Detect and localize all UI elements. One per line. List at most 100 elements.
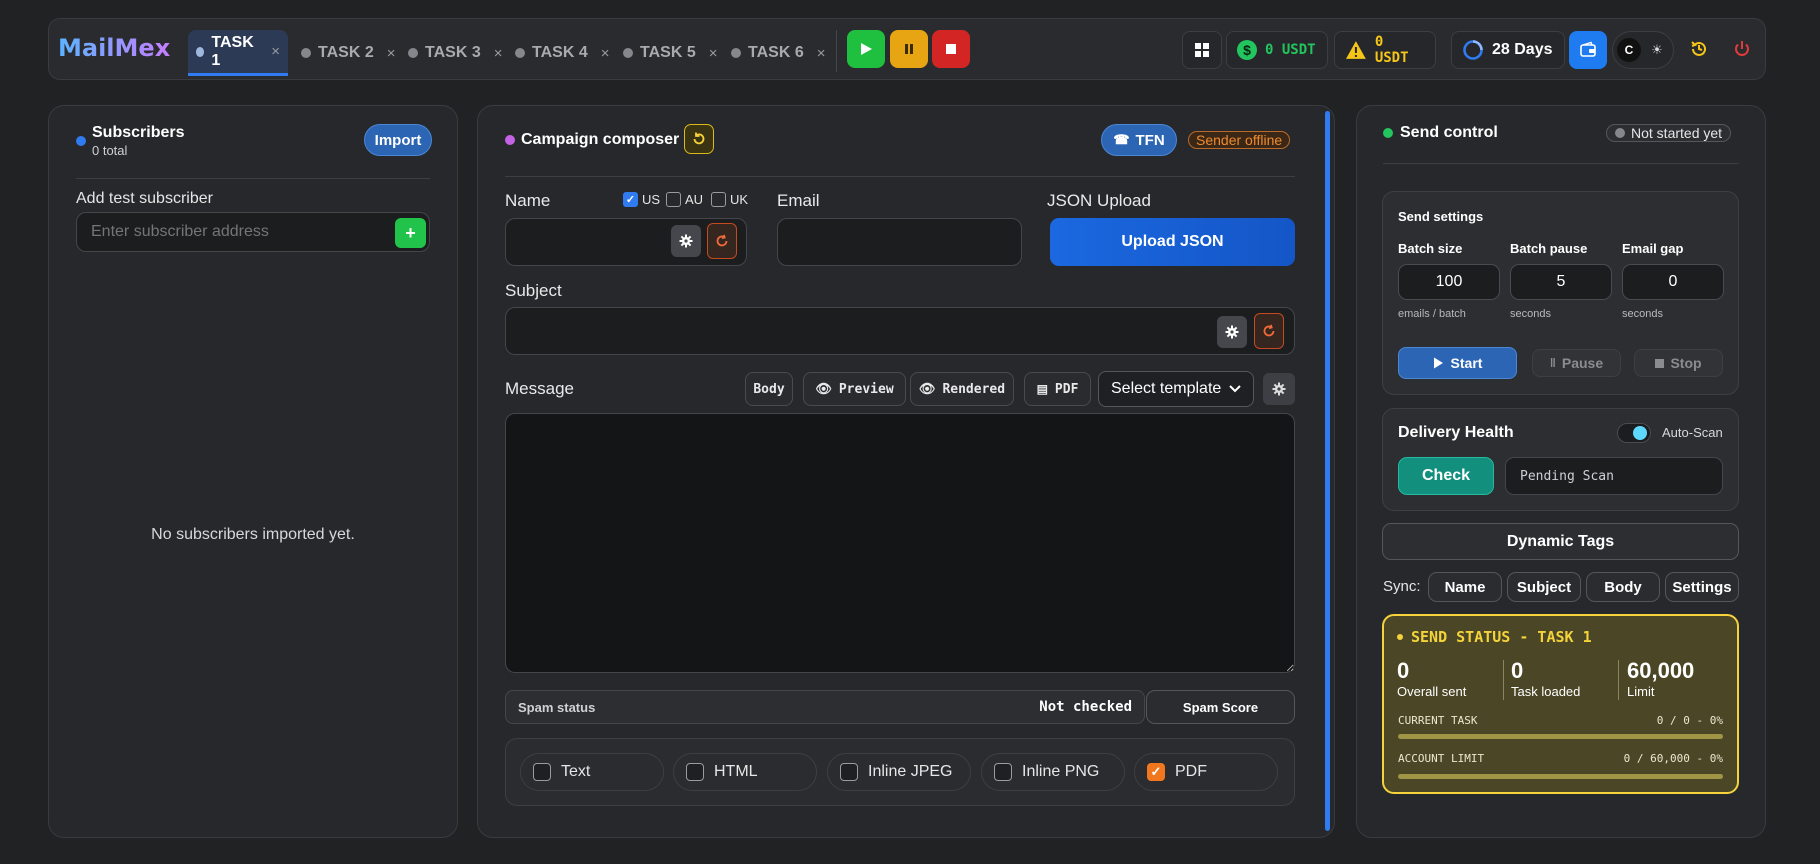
format-inline-png[interactable]: Inline PNG <box>981 753 1125 791</box>
template-select[interactable]: Select template <box>1098 371 1254 407</box>
subject-label: Subject <box>505 281 562 300</box>
sync-settings-button[interactable]: Settings <box>1665 572 1739 602</box>
check-button[interactable]: Check <box>1398 457 1494 495</box>
status-dot-icon <box>1615 128 1625 138</box>
rendered-button[interactable]: 👁 Rendered <box>910 372 1014 406</box>
format-pdf[interactable]: ✓ PDF <box>1134 753 1278 791</box>
email-label: Email <box>777 191 820 210</box>
gear-icon <box>679 234 693 248</box>
format-label: Text <box>561 763 591 780</box>
reset-button[interactable] <box>684 124 714 154</box>
theme-toggle[interactable]: C ☀ <box>1612 31 1674 69</box>
pause-button[interactable] <box>890 30 928 68</box>
grid-button[interactable] <box>1182 31 1222 69</box>
name-settings-button[interactable] <box>671 225 701 257</box>
dynamic-tags-button[interactable]: Dynamic Tags <box>1382 523 1739 560</box>
body-label: Body <box>753 381 785 397</box>
stop-send-button[interactable]: Stop <box>1634 349 1723 377</box>
stop-button[interactable] <box>932 30 970 68</box>
tfn-button[interactable]: ☎ TFN <box>1101 124 1177 156</box>
subject-refresh-button[interactable] <box>1254 313 1284 349</box>
name-label: Name <box>505 191 551 210</box>
history-button[interactable] <box>1680 30 1718 68</box>
format-text[interactable]: Text <box>520 753 664 791</box>
subject-settings-button[interactable] <box>1217 316 1247 348</box>
history-icon <box>1691 41 1706 56</box>
checkbox-icon[interactable] <box>711 192 726 207</box>
checkbox-icon[interactable] <box>686 763 704 781</box>
checkbox-checked-icon[interactable]: ✓ <box>623 192 638 207</box>
format-html[interactable]: HTML <box>673 753 817 791</box>
subject-input[interactable] <box>505 307 1295 355</box>
balance-value: 0 USDT <box>1374 34 1409 66</box>
spam-score-button[interactable]: Spam Score <box>1146 690 1295 724</box>
add-subscriber-button[interactable]: + <box>395 218 426 248</box>
checkbox-icon[interactable] <box>840 763 858 781</box>
country-au[interactable]: AU <box>666 192 703 207</box>
body-button[interactable]: Body <box>745 372 793 406</box>
tab-task-2[interactable]: TASK 2 × <box>293 30 403 76</box>
status-dot-icon <box>1397 634 1403 640</box>
subscriber-address-input[interactable] <box>76 212 430 252</box>
format-inline-jpeg[interactable]: Inline JPEG <box>827 753 971 791</box>
close-icon[interactable]: × <box>817 45 826 62</box>
batch-size-label: Batch size <box>1398 241 1463 256</box>
close-icon[interactable]: × <box>601 45 610 62</box>
sync-body-button[interactable]: Body <box>1586 572 1660 602</box>
json-upload-label: JSON Upload <box>1047 191 1151 210</box>
close-icon[interactable]: × <box>709 45 718 62</box>
tab-task-4[interactable]: TASK 4 × <box>507 30 617 76</box>
batch-size-unit: emails / batch <box>1398 308 1466 320</box>
spam-status-bar: Spam status Not checked <box>505 690 1145 724</box>
country-uk[interactable]: UK <box>711 192 748 207</box>
pause-send-button[interactable]: ‖ Pause <box>1532 349 1621 377</box>
sync-label: Sync: <box>1383 578 1421 595</box>
close-icon[interactable]: × <box>387 45 396 62</box>
tab-task-5[interactable]: TASK 5 × <box>615 30 725 76</box>
country-label: AU <box>685 192 704 207</box>
subscribers-count: 0 total <box>92 143 128 158</box>
format-label: Inline JPEG <box>868 763 953 780</box>
upload-json-button[interactable]: Upload JSON <box>1050 218 1295 266</box>
name-refresh-button[interactable] <box>707 223 737 259</box>
scrollbar[interactable] <box>1325 111 1330 831</box>
email-input[interactable] <box>777 218 1022 266</box>
close-icon[interactable]: × <box>271 43 280 60</box>
checkbox-icon[interactable] <box>994 763 1012 781</box>
batch-size-input[interactable]: 100 <box>1398 264 1500 300</box>
import-button[interactable]: Import <box>364 124 432 156</box>
start-button[interactable]: Start <box>1398 347 1517 379</box>
template-settings-button[interactable] <box>1263 373 1295 405</box>
tab-task-6[interactable]: TASK 6 × <box>723 30 833 76</box>
checkbox-checked-icon[interactable]: ✓ <box>1147 763 1165 781</box>
auto-scan-toggle[interactable] <box>1617 423 1651 443</box>
checkbox-icon[interactable] <box>666 192 681 207</box>
tab-label: TASK 4 <box>532 44 588 61</box>
pdf-preview-button[interactable]: ▤ PDF <box>1024 372 1091 406</box>
tab-task-1[interactable]: TASK 1 × <box>188 30 288 76</box>
sync-name-button[interactable]: Name <box>1428 572 1502 602</box>
email-gap-input[interactable]: 0 <box>1622 264 1724 300</box>
refresh-icon <box>1263 324 1275 337</box>
wallet-button[interactable] <box>1569 31 1607 69</box>
balance-badge-2: 0 USDT <box>1334 31 1436 69</box>
balance-value: 0 USDT <box>1265 42 1316 58</box>
send-status-badge: Not started yet <box>1606 124 1732 142</box>
email-gap-label: Email gap <box>1622 241 1684 256</box>
message-label: Message <box>505 379 574 398</box>
close-icon[interactable]: × <box>494 45 503 62</box>
country-us[interactable]: ✓ US <box>623 192 660 207</box>
limit-value: 60,000 <box>1627 658 1695 683</box>
sync-subject-button[interactable]: Subject <box>1507 572 1581 602</box>
preview-label: Preview <box>838 381 894 397</box>
preview-button[interactable]: 👁 Preview <box>803 372 906 406</box>
power-button[interactable] <box>1723 30 1761 68</box>
subscribers-title: Subscribers <box>92 124 185 141</box>
play-button[interactable] <box>847 30 885 68</box>
tab-task-3[interactable]: TASK 3 × <box>400 30 510 76</box>
tab-label: TASK 3 <box>425 44 481 61</box>
checkbox-icon[interactable] <box>533 763 551 781</box>
message-textarea[interactable] <box>505 413 1295 673</box>
batch-pause-input[interactable]: 5 <box>1510 264 1612 300</box>
batch-pause-unit: seconds <box>1510 308 1551 320</box>
